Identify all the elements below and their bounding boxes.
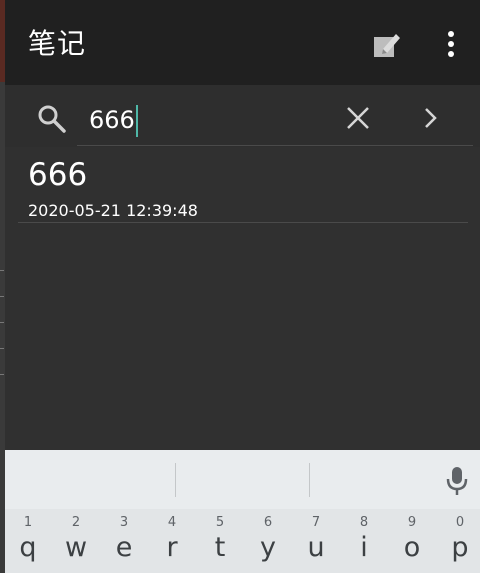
key-p[interactable]: 0p: [436, 509, 480, 573]
new-note-button[interactable]: [371, 28, 403, 60]
key-y[interactable]: 6y: [244, 509, 292, 573]
voice-input-button[interactable]: [445, 466, 469, 496]
note-list: 666 2020-05-21 12:39:48: [5, 147, 480, 450]
search-icon: [37, 104, 67, 134]
key-q[interactable]: 1q: [4, 509, 52, 573]
search-bar: [5, 85, 480, 147]
text-caret: [136, 105, 138, 137]
note-list-item[interactable]: 666 2020-05-21 12:39:48: [18, 157, 468, 223]
app-title: 笔记: [28, 27, 87, 60]
note-title: 666: [28, 157, 88, 193]
close-icon: [347, 107, 369, 129]
suggestion-strip: [5, 450, 480, 509]
edit-note-icon: [374, 34, 400, 57]
search-input[interactable]: [83, 103, 333, 137]
key-i[interactable]: 8i: [340, 509, 388, 573]
edge-tick: [0, 296, 4, 297]
app-bar: 笔记: [5, 0, 480, 85]
key-t[interactable]: 5t: [196, 509, 244, 573]
key-r[interactable]: 4r: [148, 509, 196, 573]
edge-tick: [0, 348, 4, 349]
key-w[interactable]: 2w: [52, 509, 100, 573]
suggestion-divider: [175, 463, 176, 497]
key-u[interactable]: 7u: [292, 509, 340, 573]
clear-search-button[interactable]: [345, 105, 371, 131]
more-options-button[interactable]: [441, 28, 461, 60]
soft-keyboard: 1q 2w 3e 4r 5t 6y 7u 8i 9o 0p: [5, 450, 480, 573]
more-vert-icon: [448, 31, 454, 57]
note-timestamp: 2020-05-21 12:39:48: [28, 201, 198, 220]
chevron-right-icon: [425, 108, 437, 128]
submit-search-button[interactable]: [421, 105, 441, 131]
edge-tick: [0, 322, 4, 323]
edge-tick: [0, 374, 4, 375]
key-o[interactable]: 9o: [388, 509, 436, 573]
mic-icon: [446, 467, 468, 495]
suggestion-divider: [309, 463, 310, 497]
search-underline: [77, 145, 473, 146]
edge-tick: [0, 270, 4, 271]
keyboard-row-1: 1q 2w 3e 4r 5t 6y 7u 8i 9o 0p: [5, 509, 480, 573]
key-e[interactable]: 3e: [100, 509, 148, 573]
